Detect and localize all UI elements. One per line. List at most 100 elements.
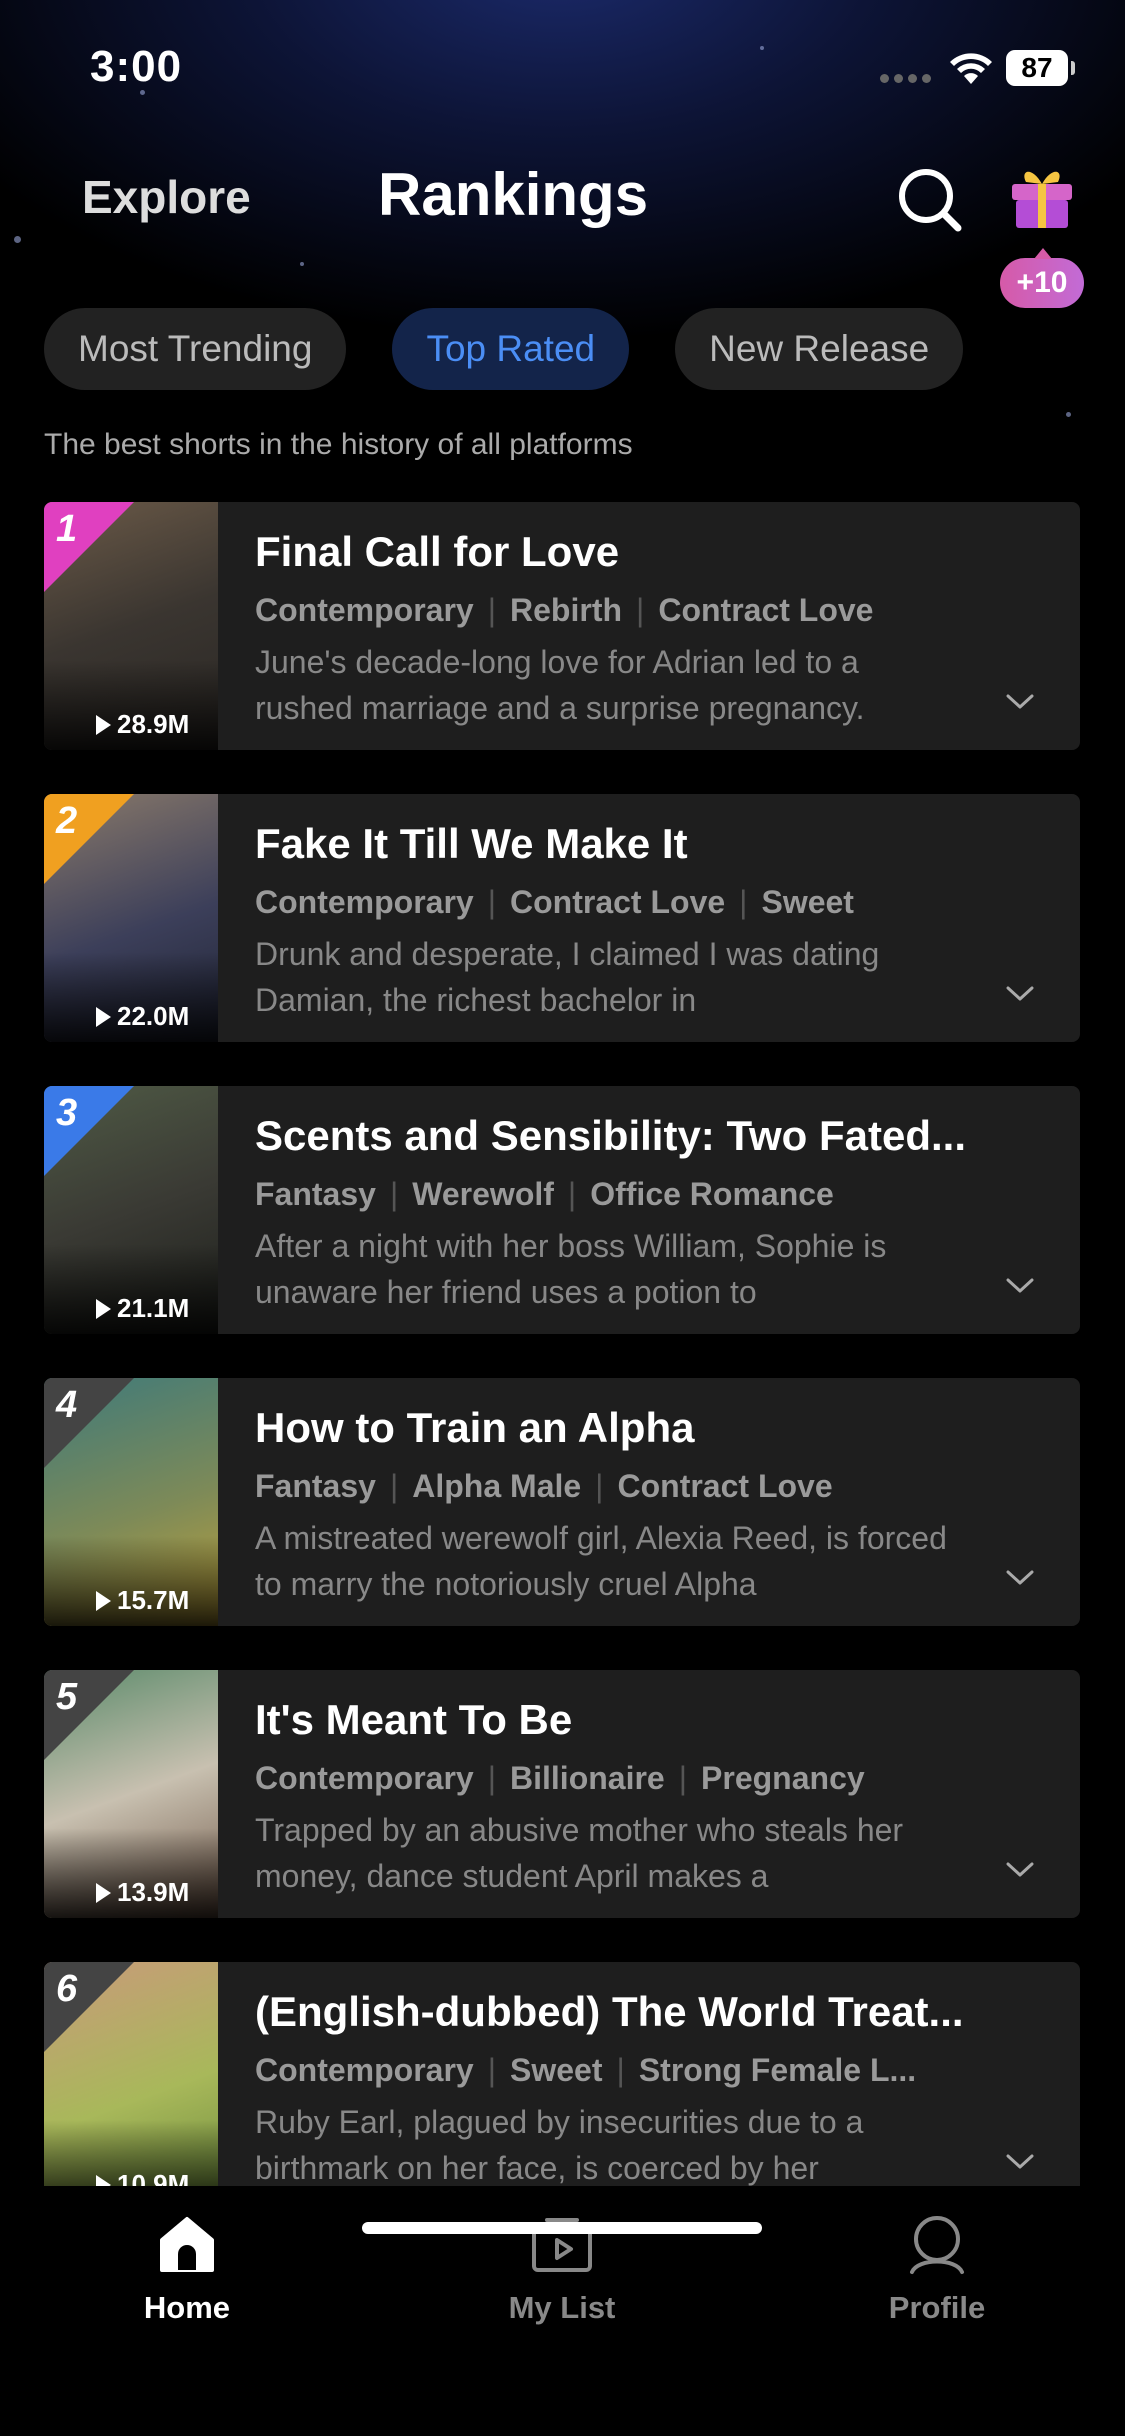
chevron-down-icon[interactable] [1006, 986, 1034, 1002]
tag-separator: | [678, 1760, 688, 1796]
cover-thumbnail[interactable]: 2 22.0M [44, 794, 218, 1042]
genre-tag: Contemporary [255, 884, 474, 920]
nav-profile-label: Profile [888, 2290, 986, 2325]
show-description: A mistreated werewolf girl, Alexia Reed,… [255, 1520, 947, 1602]
tag-separator: | [487, 884, 497, 920]
genre-tag: Werewolf [412, 1176, 554, 1212]
genre-tags: Contemporary | Billionaire | Pregnancy [255, 1760, 955, 1797]
view-count-value: 13.9M [117, 1877, 190, 1907]
show-description: Trapped by an abusive mother who steals … [255, 1812, 904, 1894]
ranking-card[interactable]: 6 10.9M (English-dubbed) The World Treat… [44, 1962, 1080, 2186]
tab-top-rated[interactable]: Top Rated [392, 308, 630, 390]
genre-tags: Contemporary | Contract Love | Sweet [255, 884, 955, 921]
chevron-down-icon[interactable] [1006, 2154, 1034, 2170]
gift-icon[interactable] [1006, 160, 1078, 232]
chevron-down-icon[interactable] [1006, 694, 1034, 710]
profile-icon [910, 2216, 964, 2274]
tag-separator: | [487, 592, 497, 628]
search-icon[interactable] [896, 166, 964, 234]
genre-tags: Fantasy | Alpha Male | Contract Love [255, 1468, 955, 1505]
show-title[interactable]: Final Call for Love [255, 528, 1035, 576]
explore-tab[interactable]: Explore [82, 170, 251, 224]
wifi-icon [950, 53, 992, 84]
reward-badge: +10 [1000, 248, 1084, 308]
tag-separator: | [595, 1468, 604, 1504]
genre-tag: Fantasy [255, 1176, 376, 1212]
ranking-card[interactable]: 4 15.7M How to Train an Alpha Fantasy | Al… [44, 1378, 1080, 1626]
genre-tag: Sweet [761, 884, 854, 920]
play-icon [96, 2174, 111, 2186]
view-count-value: 15.7M [117, 1585, 190, 1615]
show-title[interactable]: Fake It Till We Make It [255, 820, 1035, 868]
nav-my-list-label: My List [508, 2290, 616, 2325]
view-count: 21.1M [96, 1293, 189, 1324]
genre-tag: Rebirth [510, 592, 623, 628]
rank-number: 4 [56, 1384, 78, 1426]
show-title[interactable]: Scents and Sensibility: Two Fated... [255, 1112, 1035, 1160]
view-count: 10.9M [96, 2169, 189, 2186]
genre-tag: Office Romance [590, 1176, 834, 1212]
tag-separator: | [487, 2052, 497, 2088]
view-count-value: 21.1M [117, 1293, 190, 1323]
tag-separator: | [487, 1760, 497, 1796]
tag-separator: | [739, 884, 748, 920]
tag-separator: | [616, 2052, 625, 2088]
show-title[interactable]: It's Meant To Be [255, 1696, 1035, 1744]
show-title[interactable]: (English-dubbed) The World Treat... [255, 1988, 1035, 2036]
nav-home-label: Home [143, 2290, 231, 2325]
genre-tag: Contemporary [255, 1760, 474, 1796]
ranking-card[interactable]: 5 13.9M It's Meant To Be Contemporary | Bi… [44, 1670, 1080, 1918]
chevron-down-icon[interactable] [1006, 1862, 1034, 1878]
rank-number: 3 [56, 1092, 78, 1134]
chevron-down-icon[interactable] [1006, 1278, 1034, 1294]
ranking-tabs: Most Trending Top Rated New Release [44, 308, 964, 390]
rank-number: 5 [56, 1676, 78, 1718]
view-count-value: 22.0M [117, 1001, 190, 1031]
home-indicator [362, 2222, 762, 2234]
background-star [300, 262, 304, 266]
genre-tag: Contemporary [255, 592, 474, 628]
play-icon [96, 1882, 111, 1903]
play-icon [96, 1298, 111, 1319]
genre-tag: Strong Female L... [638, 2052, 917, 2088]
play-icon [96, 1590, 111, 1611]
background-star [14, 236, 21, 243]
play-icon [96, 1006, 111, 1027]
view-count: 28.9M [96, 709, 189, 740]
cover-thumbnail[interactable]: 6 10.9M [44, 1962, 218, 2186]
battery-icon: 87 [1006, 50, 1075, 86]
tag-separator: | [567, 1176, 577, 1212]
ranking-list[interactable]: 1 28.9M Final Call for Love Contemporary… [44, 502, 1080, 2186]
ranking-card[interactable]: 1 28.9M Final Call for Love Contemporary… [44, 502, 1080, 750]
genre-tag: Alpha Male [412, 1468, 582, 1504]
status-bar: 3:00 87 [0, 0, 1125, 140]
genre-tag: Billionaire [510, 1760, 665, 1796]
home-icon [160, 2217, 214, 2272]
background-star [1066, 412, 1071, 417]
ranking-card[interactable]: 2 22.0M Fake It Till We Make It Contempo… [44, 794, 1080, 1042]
rank-number: 6 [56, 1968, 78, 2010]
ranking-subtitle: The best shorts in the history of all pl… [44, 428, 633, 461]
chevron-down-icon[interactable] [1006, 1570, 1034, 1586]
nav-home[interactable]: Home [87, 2214, 287, 2326]
cover-thumbnail[interactable]: 5 13.9M [44, 1670, 218, 1918]
cover-thumbnail[interactable]: 4 15.7M [44, 1378, 218, 1626]
show-title[interactable]: How to Train an Alpha [255, 1404, 1035, 1452]
ranking-card[interactable]: 3 21.1M Scents and Sensibility: Two Fate… [44, 1086, 1080, 1334]
genre-tag: Fantasy [255, 1468, 376, 1504]
page-title: Rankings [378, 161, 649, 228]
genre-tag: Contract Love [617, 1468, 833, 1504]
genre-tag: Contract Love [510, 884, 726, 920]
view-count: 15.7M [96, 1585, 189, 1616]
view-count: 22.0M [96, 1001, 189, 1032]
tab-new-release[interactable]: New Release [675, 308, 964, 390]
cover-thumbnail[interactable]: 3 21.1M [44, 1086, 218, 1334]
tab-most-trending[interactable]: Most Trending [44, 308, 347, 390]
show-description: Ruby Earl, plagued by insecurities due t… [255, 2104, 864, 2186]
cover-thumbnail[interactable]: 1 28.9M [44, 502, 218, 750]
tag-separator: | [389, 1468, 399, 1504]
show-description: June's decade-long love for Adrian led t… [255, 644, 865, 726]
genre-tags: Contemporary | Rebirth | Contract Love [255, 592, 955, 629]
play-icon [96, 714, 111, 735]
nav-profile[interactable]: Profile [837, 2214, 1037, 2326]
